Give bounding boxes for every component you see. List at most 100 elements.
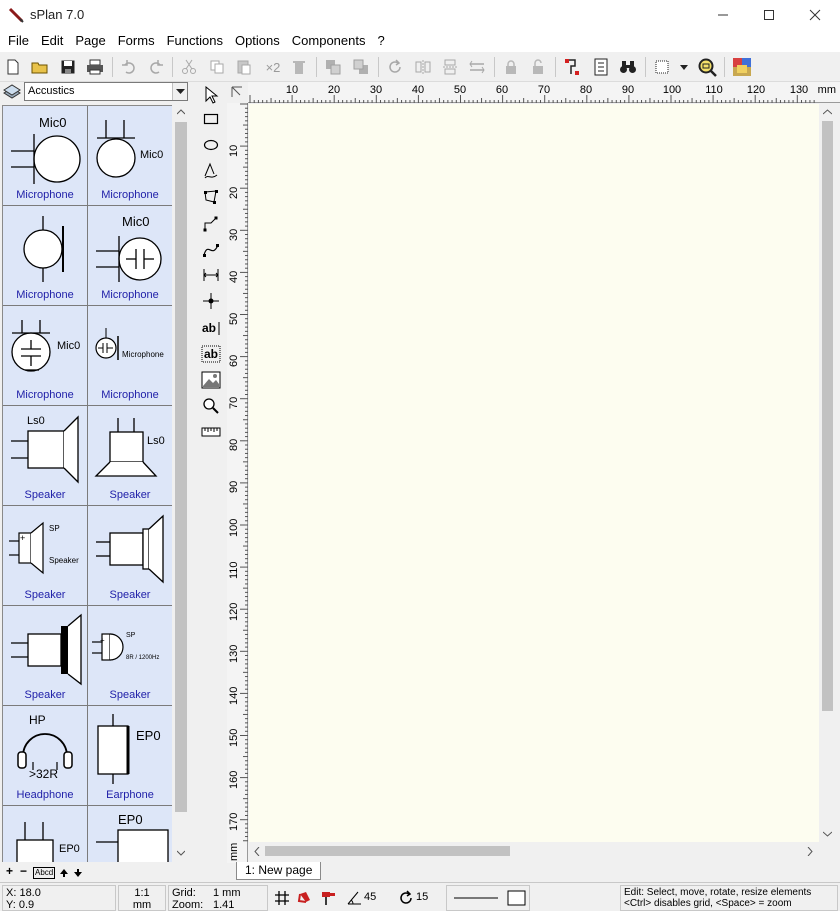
rectangle-tool[interactable] [199, 107, 223, 131]
arrow-down-icon[interactable] [74, 869, 82, 877]
rotate-step-icon[interactable] [398, 890, 414, 906]
maximize-button[interactable] [746, 0, 792, 30]
library-scrollbar[interactable] [173, 105, 189, 862]
menu-help[interactable]: ? [371, 31, 390, 51]
grid-label: Grid: [172, 887, 196, 899]
cut-button[interactable] [178, 57, 200, 77]
ruler-tick: 20 [228, 186, 240, 199]
canvas-horizontal-scrollbar[interactable] [249, 842, 819, 860]
canvas-hscroll-thumb[interactable] [265, 846, 510, 856]
to-front-button[interactable] [322, 57, 344, 77]
menu-forms[interactable]: Forms [112, 31, 161, 51]
menu-file[interactable]: File [2, 31, 35, 51]
library-cell[interactable]: EP0 [88, 806, 172, 862]
library-cell[interactable]: EP0 [3, 806, 88, 862]
arrow-up-icon[interactable] [60, 869, 68, 877]
duplicate-button[interactable]: ×2 [260, 57, 286, 77]
paste-button[interactable] [233, 57, 255, 77]
delete-button[interactable] [288, 57, 310, 77]
minimize-icon [718, 14, 728, 16]
scale-panel[interactable]: 1:1 mm [118, 885, 166, 911]
menu-page[interactable]: Page [69, 31, 111, 51]
canvas-vscroll-thumb[interactable] [822, 121, 833, 711]
colors-button[interactable] [731, 57, 753, 77]
menu-components[interactable]: Components [286, 31, 372, 51]
hint-line-2: <Ctrl> disables grid, <Space> = zoom [624, 898, 792, 909]
library-cell[interactable]: Mic0 Microphone [88, 206, 172, 306]
remove-component-button[interactable]: − [20, 864, 27, 878]
magnet-icon[interactable] [297, 890, 313, 906]
bezier-tool[interactable] [199, 238, 223, 262]
menu-edit[interactable]: Edit [35, 31, 69, 51]
zoom-tool[interactable] [199, 394, 223, 418]
library-select[interactable]: Accustics [24, 82, 188, 101]
print-button[interactable] [84, 57, 106, 77]
new-button[interactable] [2, 57, 24, 77]
to-back-button[interactable] [350, 57, 372, 77]
ruler-tick: 60 [495, 84, 509, 96]
library-cell[interactable]: Speaker [88, 506, 172, 606]
partlist-button[interactable] [590, 57, 612, 77]
library-cell[interactable]: HP >32R Headphone [3, 706, 88, 806]
search-button[interactable] [617, 57, 639, 77]
text-component-button[interactable]: Abcd [33, 867, 56, 879]
open-button[interactable] [29, 57, 51, 77]
canvas-vertical-scrollbar[interactable] [819, 104, 836, 842]
library-scroll-thumb[interactable] [175, 122, 187, 812]
library-cell[interactable]: + SP Speaker Speaker [3, 506, 88, 606]
drawing-canvas[interactable] [249, 104, 819, 842]
dimension-tool[interactable] [199, 263, 223, 287]
angle-value[interactable]: 45 [364, 891, 376, 903]
grid-button[interactable] [651, 57, 673, 77]
unlock-button[interactable] [527, 57, 549, 77]
lock-button[interactable] [500, 57, 522, 77]
mirror-v-button[interactable] [439, 57, 461, 77]
library-cell[interactable]: Mic0 Microphone [88, 106, 172, 206]
minimize-button[interactable] [700, 0, 746, 30]
line-style-panel[interactable] [446, 885, 530, 911]
pin-icon[interactable] [320, 890, 336, 906]
image-tool[interactable] [199, 368, 223, 392]
library-cell[interactable]: Mic0 Microphone [3, 306, 88, 406]
junction-tool[interactable] [199, 289, 223, 313]
copy-button[interactable] [206, 57, 228, 77]
rotate-button[interactable] [384, 57, 406, 77]
add-component-button[interactable]: + [6, 864, 13, 878]
library-cell[interactable]: Ls0 Speaker [3, 406, 88, 506]
rotate-value[interactable]: 15 [416, 891, 428, 903]
ellipse-tool[interactable] [199, 133, 223, 157]
library-cell[interactable]: Microphone [3, 206, 88, 306]
page-tab[interactable]: 1: New page [236, 862, 322, 880]
library-cell[interactable]: EP0 Earphone [88, 706, 172, 806]
undo-button[interactable] [118, 57, 140, 77]
library-cell[interactable]: Speaker [3, 606, 88, 706]
flip-button[interactable] [466, 57, 488, 77]
menu-functions[interactable]: Functions [161, 31, 229, 51]
redo-button[interactable] [145, 57, 167, 77]
menu-options[interactable]: Options [229, 31, 286, 51]
save-button[interactable] [57, 57, 79, 77]
ruler-corner[interactable] [227, 82, 248, 103]
library-cell[interactable]: Microphone Microphone [88, 306, 172, 406]
mirror-h-button[interactable] [412, 57, 434, 77]
zoom-window-button[interactable] [696, 57, 718, 77]
ellipse-icon [203, 139, 219, 151]
library-cell[interactable]: + SP 8R / 1200Hz Speaker [88, 606, 172, 706]
polygon-tool[interactable] [199, 185, 223, 209]
grid-toggle-icon[interactable] [274, 890, 290, 906]
text-tool[interactable]: ab [199, 316, 223, 340]
angle-icon[interactable] [346, 890, 362, 906]
select-tool[interactable] [199, 83, 223, 107]
polyline-tool[interactable] [199, 212, 223, 236]
grid-dropdown-button[interactable] [677, 57, 691, 77]
connect-button[interactable] [562, 57, 584, 77]
library-cell[interactable]: Ls0 Speaker [88, 406, 172, 506]
menu-bar: File Edit Page Forms Functions Options C… [0, 30, 840, 52]
cell-label: Microphone [16, 389, 74, 401]
measure-tool[interactable] [199, 420, 223, 444]
library-select-arrow[interactable] [172, 83, 187, 100]
close-button[interactable] [792, 0, 838, 30]
textbox-tool[interactable]: ab [199, 342, 223, 366]
freehand-tool[interactable] [199, 159, 223, 183]
library-cell[interactable]: Mic0 Microphone [3, 106, 88, 206]
